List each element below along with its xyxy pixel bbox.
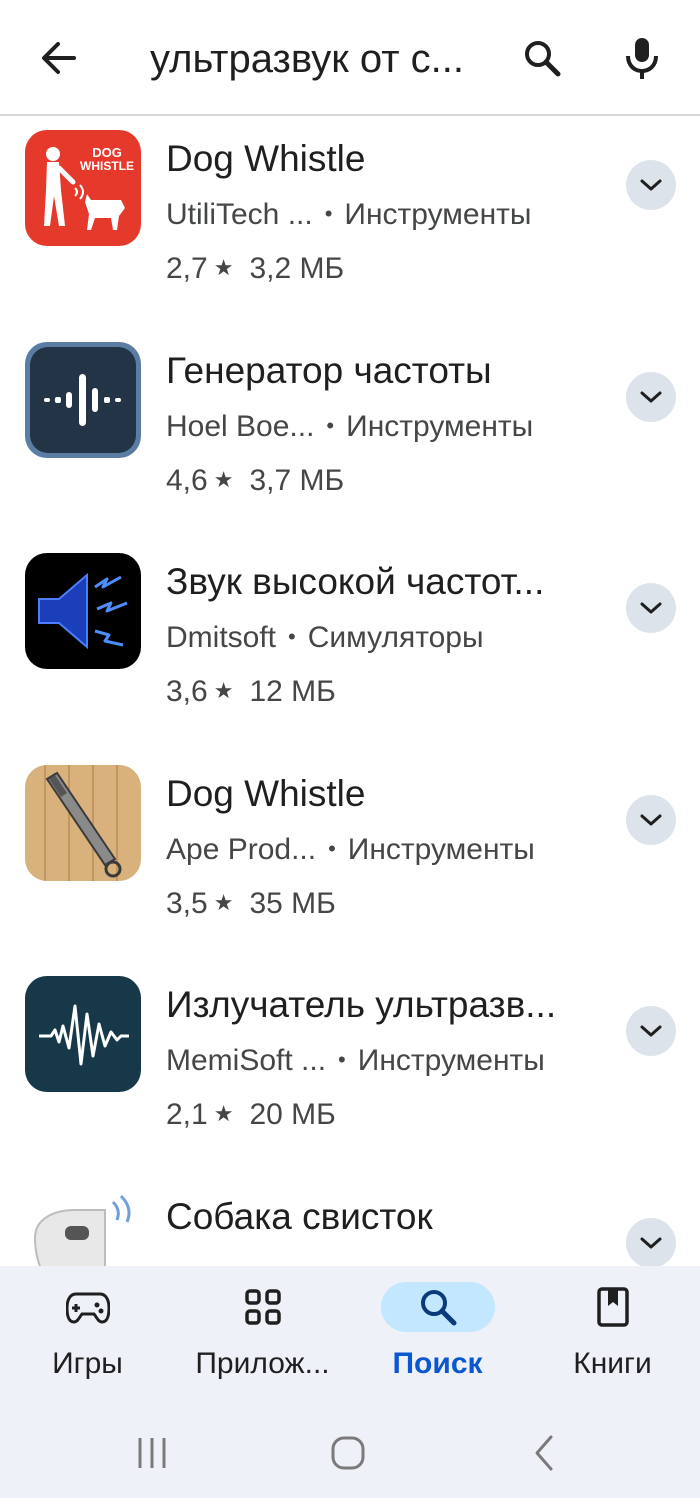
app-stats: 3,5 ★ 35 МБ [166, 883, 336, 924]
size-value: 35 МБ [249, 887, 336, 920]
sound-wave-icon [25, 976, 141, 1092]
star-icon: ★ [213, 467, 234, 492]
rating-value: 3,5 [166, 887, 208, 920]
search-icon [380, 1282, 495, 1332]
frequency-wave-icon [25, 342, 141, 458]
app-title: Излучатель ультразв... [166, 984, 557, 1025]
expand-button[interactable] [626, 583, 676, 633]
nav-item-games[interactable]: Игры [0, 1266, 175, 1408]
size-value: 3,7 МБ [249, 464, 345, 497]
search-bar: ультразвук от с... [0, 0, 700, 116]
mic-icon[interactable] [612, 28, 672, 88]
category-label: Инструменты [346, 410, 534, 443]
app-stats: 2,7 ★ 3,2 МБ [166, 248, 344, 289]
developer-name: Dmitsoft [166, 621, 277, 654]
developer-name: Ape Prod... [166, 833, 317, 866]
nav-label: Книги [573, 1347, 652, 1380]
expand-button[interactable] [626, 1218, 676, 1266]
star-icon: ★ [213, 678, 234, 703]
app-title: Генератор частоты [166, 350, 492, 391]
separator-dot: • [326, 413, 335, 438]
nav-item-search[interactable]: Поиск [350, 1266, 525, 1408]
app-title: Dog Whistle [166, 773, 366, 814]
system-navigation-bar [0, 1408, 700, 1498]
bottom-navigation: Игры Прилож... Поиск Книги [0, 1266, 700, 1408]
app-title: Dog Whistle [166, 138, 366, 179]
separator-dot: • [288, 624, 296, 649]
chevron-down-icon [640, 814, 662, 826]
app-meta: Hoel Boe... • Инструменты [166, 406, 586, 447]
size-value: 12 МБ [249, 675, 336, 708]
chevron-down-icon [640, 602, 662, 614]
speaker-lightning-icon [25, 553, 141, 669]
expand-button[interactable] [626, 160, 676, 210]
category-label: Инструменты [347, 833, 535, 866]
category-label: Симуляторы [307, 621, 484, 654]
back-arrow-icon[interactable] [28, 28, 88, 88]
whistle-wood-icon [25, 765, 141, 881]
list-item[interactable]: Звук высокой частот... Dmitsoft • Симулято… [0, 541, 700, 753]
app-stats: 3,6 ★ 12 МБ [166, 671, 336, 712]
chevron-down-icon [640, 179, 662, 191]
search-query-field[interactable]: ультразвук от с... [150, 34, 490, 84]
app-meta: MemiSoft ... • Инструменты [166, 1040, 586, 1081]
list-item[interactable]: Dog Whistle Ape Prod... • Инструменты 3,5 ★… [0, 753, 700, 965]
list-item[interactable]: DOG WHISTLE Dog Whistle UtiliTech ... • Ин… [0, 118, 700, 330]
bookmark-icon [556, 1282, 670, 1332]
app-title: Звук высокой частот... [166, 561, 545, 602]
category-label: Инструменты [357, 1044, 545, 1077]
dog-whistle-red-icon: DOG WHISTLE [25, 130, 141, 246]
app-meta: UtiliTech ... • Инструменты [166, 194, 586, 235]
recent-apps-icon[interactable] [122, 1428, 182, 1478]
chevron-down-icon [640, 391, 662, 403]
developer-name: MemiSoft ... [166, 1044, 327, 1077]
app-meta: Ape Prod... • Инструменты [166, 829, 586, 870]
gamepad-icon [31, 1282, 145, 1332]
system-back-icon[interactable] [514, 1428, 574, 1478]
rating-value: 4,6 [166, 464, 208, 497]
expand-button[interactable] [626, 1006, 676, 1056]
category-label: Инструменты [344, 198, 532, 231]
separator-dot: • [338, 1047, 346, 1072]
list-item[interactable]: Собака свисток [0, 1176, 700, 1266]
app-title: Собака свисток [166, 1196, 433, 1237]
chevron-down-icon [640, 1025, 662, 1037]
nav-item-books[interactable]: Книги [525, 1266, 700, 1408]
nav-item-apps[interactable]: Прилож... [175, 1266, 350, 1408]
rating-value: 2,1 [166, 1098, 208, 1131]
icon-text-dog: DOG [92, 145, 122, 160]
size-value: 20 МБ [249, 1098, 336, 1131]
star-icon: ★ [213, 1101, 234, 1126]
app-meta: Dmitsoft • Симуляторы [166, 617, 586, 658]
nav-label: Поиск [392, 1347, 483, 1380]
home-icon[interactable] [318, 1428, 378, 1478]
expand-button[interactable] [626, 795, 676, 845]
star-icon: ★ [213, 890, 234, 915]
size-value: 3,2 МБ [249, 252, 345, 285]
nav-label: Игры [52, 1347, 123, 1380]
separator-dot: • [324, 201, 333, 226]
developer-name: UtiliTech ... [166, 198, 313, 231]
chevron-down-icon [640, 1237, 662, 1249]
separator-dot: • [328, 836, 336, 861]
rating-value: 2,7 [166, 252, 208, 285]
star-icon: ★ [213, 255, 234, 280]
app-stats: 4,6 ★ 3,7 МБ [166, 460, 344, 501]
search-icon[interactable] [512, 28, 572, 88]
results-list: DOG WHISTLE Dog Whistle UtiliTech ... • Ин… [0, 118, 700, 1266]
rating-value: 3,6 [166, 675, 208, 708]
nav-label: Прилож... [195, 1347, 330, 1380]
list-item[interactable]: Излучатель ультразв... MemiSoft ... • Инст… [0, 964, 700, 1176]
list-item[interactable]: Генератор частоты Hoel Boe... • Инструмент… [0, 330, 700, 542]
icon-text-whistle: WHISTLE [80, 159, 134, 173]
expand-button[interactable] [626, 372, 676, 422]
white-whistle-icon [25, 1188, 141, 1266]
developer-name: Hoel Boe... [166, 410, 315, 443]
apps-grid-icon [206, 1282, 320, 1332]
app-stats: 2,1 ★ 20 МБ [166, 1094, 336, 1135]
